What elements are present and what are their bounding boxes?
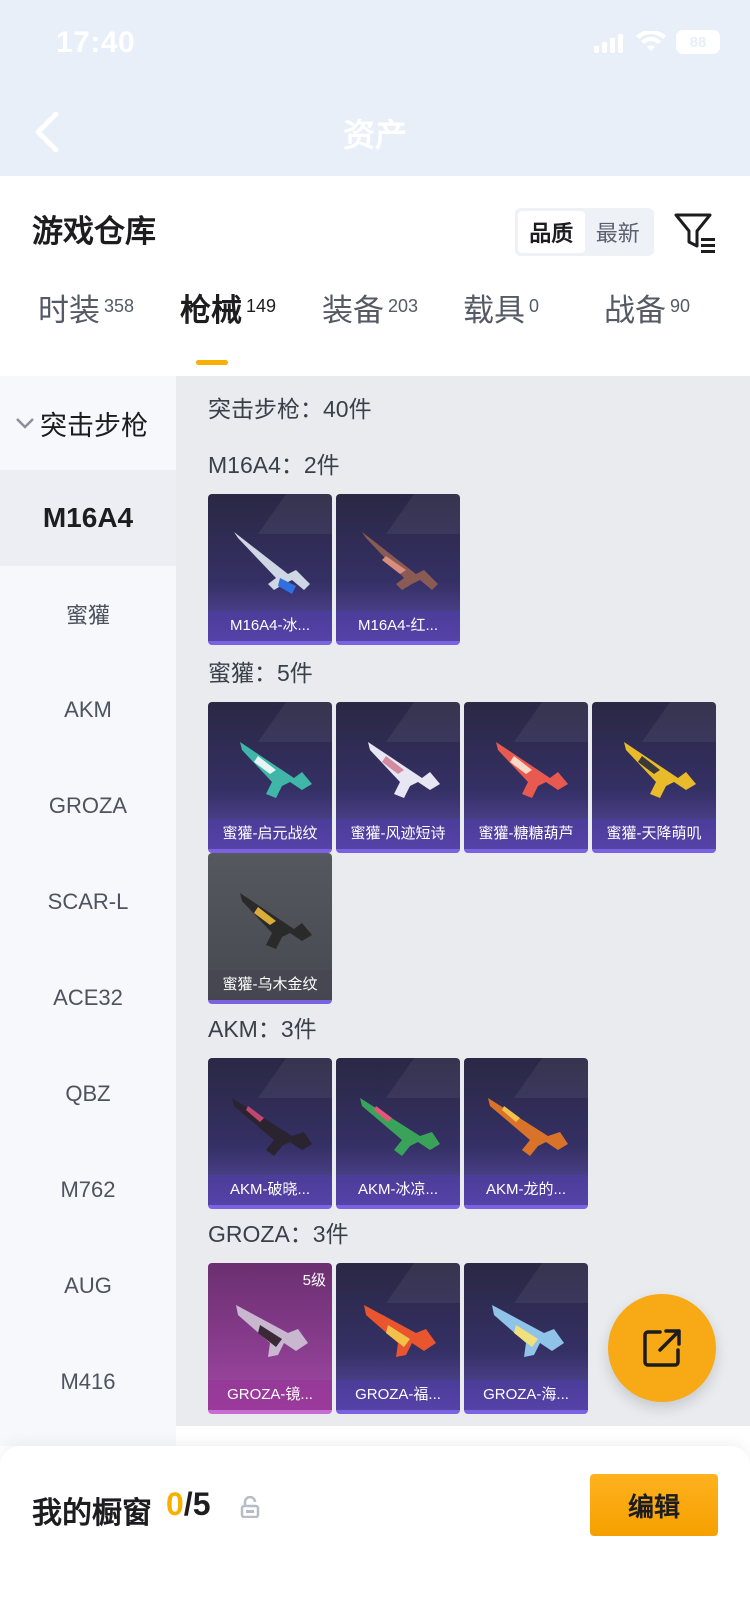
share-icon <box>643 1329 681 1367</box>
showcase-footer: 我的橱窗 0/5 编辑 <box>0 1446 750 1624</box>
showcase-current: 0 <box>166 1486 184 1522</box>
status-time: 17:40 <box>56 26 136 59</box>
warehouse-panel: 游戏仓库 品质 最新 时装 358 枪械 149 装备 203 载具 0 战备 90 突击… <box>0 176 750 1446</box>
weapon-name: 蜜獾-天降萌叽 <box>592 819 716 849</box>
weapon-name: GROZA-镜... <box>208 1380 332 1410</box>
bullpup-rifle-icon <box>492 1305 564 1357</box>
weapon-card[interactable]: 蜜獾-乌木金纹 <box>208 853 332 1004</box>
status-icons: 88 <box>594 30 720 54</box>
tab-count: 358 <box>104 296 135 316</box>
smg-icon <box>240 893 312 949</box>
edit-button[interactable]: 编辑 <box>590 1474 718 1536</box>
weapon-card[interactable]: AKM-冰凉... <box>336 1058 460 1209</box>
sidebar-item-m16a4[interactable]: M16A4 <box>0 470 176 566</box>
weapon-card[interactable]: GROZA-海... <box>464 1263 588 1414</box>
tab-count: 203 <box>388 296 419 316</box>
showcase-total: /5 <box>183 1486 211 1522</box>
tab-label: 装备 <box>322 293 384 328</box>
weapon-sidebar: 突击步枪 M16A4 蜜獾 AKM GROZA SCAR-L ACE32 QBZ… <box>0 376 176 1446</box>
bullpup-rifle-icon <box>236 1305 308 1357</box>
weapon-name: GROZA-福... <box>336 1380 460 1410</box>
sidebar-group-assault-rifles[interactable]: 突击步枪 <box>0 376 176 470</box>
page-title: 资产 <box>342 117 407 153</box>
smg-icon <box>496 742 568 798</box>
section-title: GROZA：3件 <box>208 1221 349 1247</box>
sort-newest-button[interactable]: 最新 <box>585 211 652 253</box>
tab-label: 载具 <box>463 293 525 328</box>
tab-equipment[interactable]: 装备 203 <box>322 293 419 354</box>
section-title: 蜜獾：5件 <box>208 660 313 686</box>
weapon-card[interactable]: GROZA-福... <box>336 1263 460 1414</box>
weapon-name: 蜜獾-启元战纹 <box>208 819 332 849</box>
filter-icon[interactable] <box>673 210 717 254</box>
category-tabs: 时装 358 枪械 149 装备 203 载具 0 战备 90 <box>0 293 750 354</box>
weapon-card[interactable]: AKM-龙的... <box>464 1058 588 1209</box>
smg-icon <box>240 742 312 798</box>
weapon-card[interactable]: 蜜獾-启元战纹 <box>208 702 332 853</box>
sidebar-item-m416[interactable]: M416 <box>0 1334 176 1430</box>
tab-vehicles[interactable]: 载具 0 <box>463 293 540 354</box>
weapon-card[interactable]: 蜜獾-天降萌叽 <box>592 702 716 853</box>
tab-count: 90 <box>670 296 691 316</box>
rifle-icon <box>232 1098 312 1156</box>
weapon-name: AKM-冰凉... <box>336 1175 460 1205</box>
lock-icon <box>240 1496 260 1518</box>
weapon-card[interactable]: M16A4-冰... <box>208 494 332 645</box>
weapon-name: 蜜獾-乌木金纹 <box>208 970 332 1000</box>
showcase-count: 0/5 <box>166 1486 210 1523</box>
weapon-card[interactable]: 蜜獾-糖糖葫芦 <box>464 702 588 853</box>
sidebar-item-aug[interactable]: AUG <box>0 1238 176 1334</box>
section-title: AKM：3件 <box>208 1016 317 1042</box>
chevron-down-icon <box>16 418 34 429</box>
wifi-icon <box>636 31 666 51</box>
weapon-card[interactable]: M16A4-红... <box>336 494 460 645</box>
weapon-card[interactable]: 蜜獾-风迹短诗 <box>336 702 460 853</box>
sidebar-item-groza[interactable]: GROZA <box>0 758 176 854</box>
showcase-label: 我的橱窗 <box>32 1497 152 1530</box>
weapon-name: 蜜獾-糖糖葫芦 <box>464 819 588 849</box>
weapon-name: 蜜獾-风迹短诗 <box>336 819 460 849</box>
sidebar-item-scar-l[interactable]: SCAR-L <box>0 854 176 950</box>
tab-label: 战备 <box>604 293 666 328</box>
section-title: M16A4：2件 <box>208 452 340 478</box>
battery-icon: 88 <box>676 30 720 54</box>
smg-icon <box>624 742 696 798</box>
weapon-name: M16A4-红... <box>336 611 460 641</box>
sort-quality-button[interactable]: 品质 <box>518 211 585 253</box>
top-bar: 17:40 88 资产 <box>0 0 750 176</box>
smg-icon <box>368 742 440 798</box>
sort-toggle: 品质 最新 <box>515 208 654 256</box>
tab-label: 枪械 <box>180 293 242 328</box>
weapon-card[interactable]: AKM-破晓... <box>208 1058 332 1209</box>
tab-supplies[interactable]: 战备 90 <box>604 293 691 354</box>
sidebar-item-akm[interactable]: AKM <box>0 662 176 758</box>
weapon-name: AKM-破晓... <box>208 1175 332 1205</box>
rifle-icon <box>488 1098 568 1156</box>
weapon-card[interactable]: 5级 GROZA-镜... <box>208 1263 332 1414</box>
tab-fashion[interactable]: 时装 358 <box>38 293 135 354</box>
tab-label: 时装 <box>38 293 100 328</box>
bullpup-rifle-icon <box>364 1305 436 1357</box>
tab-count: 149 <box>246 296 277 316</box>
rifle-icon <box>360 1098 440 1156</box>
rifle-icon <box>362 532 438 590</box>
sidebar-item-ace32[interactable]: ACE32 <box>0 950 176 1046</box>
weapon-name: GROZA-海... <box>464 1380 588 1410</box>
panel-title: 游戏仓库 <box>32 214 156 249</box>
category-summary: 突击步枪：40件 <box>208 396 372 422</box>
sidebar-group-label: 突击步枪 <box>40 410 148 441</box>
weapon-grid: 突击步枪：40件 M16A4：2件 M16A4-冰... M16A4-红... … <box>176 376 750 1426</box>
weapon-name: AKM-龙的... <box>464 1175 588 1205</box>
signal-icon <box>594 31 626 53</box>
sidebar-item-m762[interactable]: M762 <box>0 1142 176 1238</box>
share-button[interactable] <box>608 1294 716 1402</box>
weapon-name: M16A4-冰... <box>208 611 332 641</box>
rifle-icon <box>234 532 310 594</box>
tab-count: 0 <box>529 296 540 316</box>
sidebar-item-qbz[interactable]: QBZ <box>0 1046 176 1142</box>
tab-guns[interactable]: 枪械 149 <box>180 293 277 354</box>
active-tab-indicator <box>196 360 228 365</box>
sidebar-item-honey-badger[interactable]: 蜜獾 <box>0 566 176 662</box>
